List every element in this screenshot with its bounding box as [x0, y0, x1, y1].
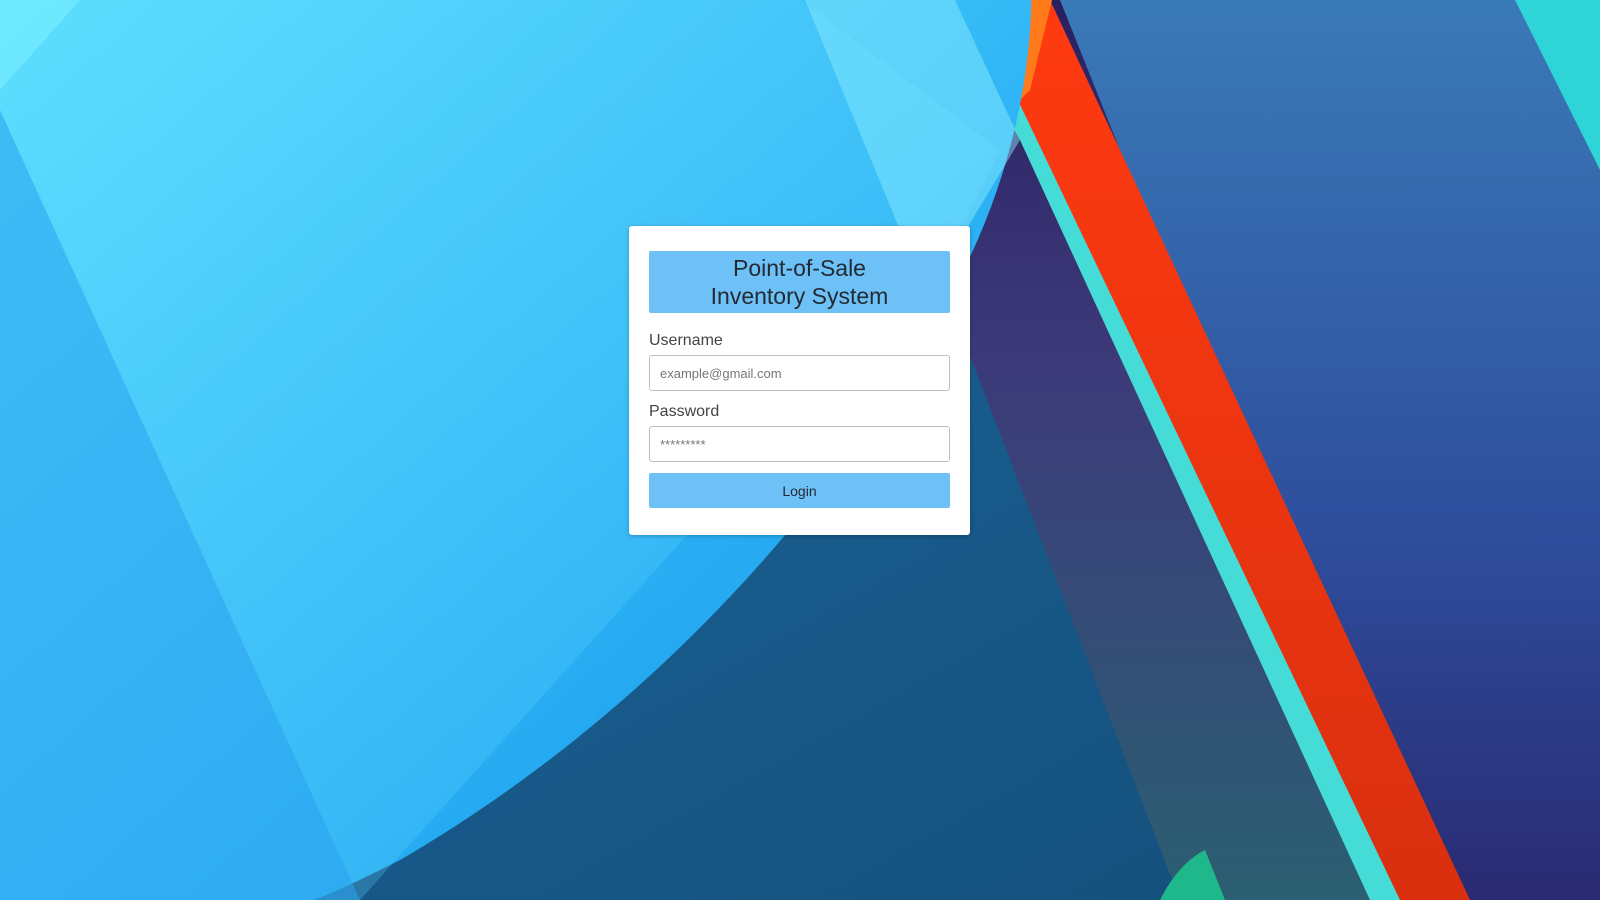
app-title-banner: Point-of-Sale Inventory System [649, 251, 950, 313]
password-label: Password [649, 403, 720, 420]
app-title-line2: Inventory System [710, 283, 889, 309]
login-page: Point-of-Sale Inventory System Username … [0, 0, 1600, 900]
login-button[interactable]: Login [649, 473, 950, 508]
login-card: Point-of-Sale Inventory System Username … [629, 226, 970, 535]
password-input[interactable] [649, 426, 950, 462]
username-input[interactable] [649, 355, 950, 391]
app-title-line1: Point-of-Sale [733, 255, 866, 281]
username-label: Username [649, 332, 723, 349]
